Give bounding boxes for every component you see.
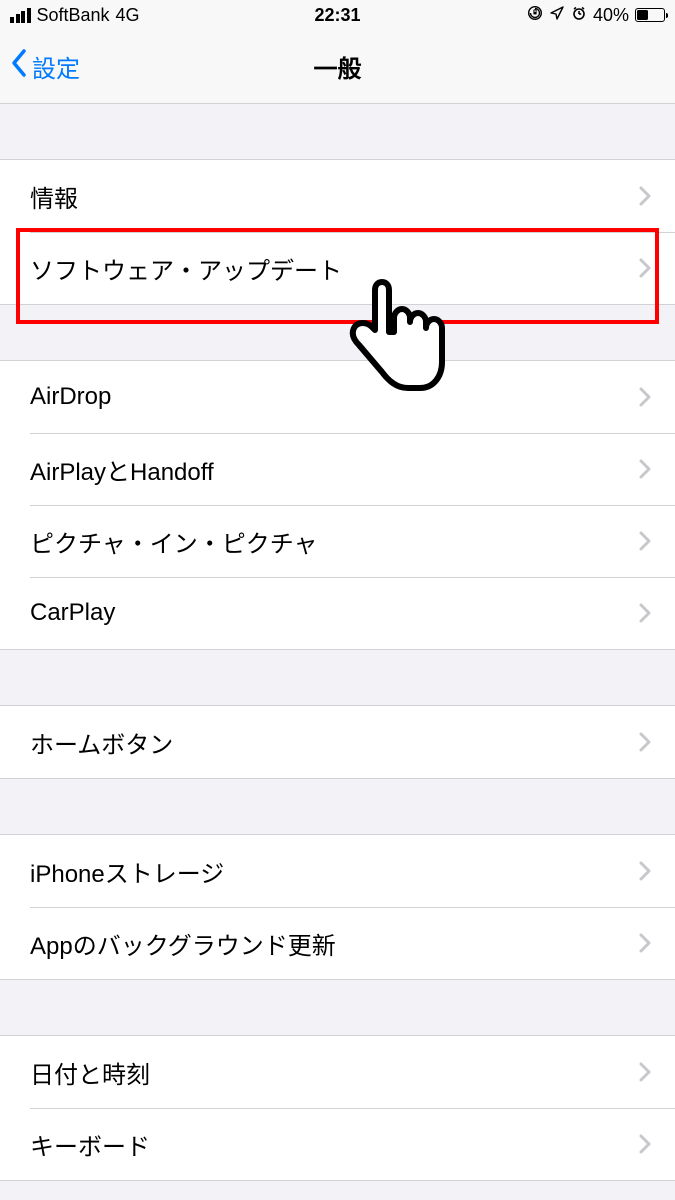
signal-icon: [10, 8, 31, 23]
carrier-label: SoftBank: [37, 5, 110, 26]
status-right: 40%: [527, 5, 665, 26]
row-airplay-handoff[interactable]: AirPlayとHandoff: [0, 433, 675, 505]
section-gap: [0, 104, 675, 159]
chevron-right-icon: [639, 258, 651, 278]
row-label: iPhoneストレージ: [30, 854, 224, 889]
section-gap: [0, 305, 675, 360]
chevron-right-icon: [639, 1134, 651, 1154]
group-about: 情報 ソフトウェア・アップデート: [0, 159, 675, 305]
chevron-right-icon: [639, 732, 651, 752]
location-icon: [549, 5, 565, 26]
row-keyboard[interactable]: キーボード: [0, 1108, 675, 1180]
back-button[interactable]: 設定: [10, 48, 80, 85]
row-label: ピクチャ・イン・ピクチャ: [30, 524, 318, 559]
row-label: Appのバックグラウンド更新: [30, 926, 336, 961]
row-airdrop[interactable]: AirDrop: [0, 361, 675, 433]
alarm-icon: [571, 5, 587, 26]
row-about[interactable]: 情報: [0, 160, 675, 232]
row-label: ホームボタン: [30, 725, 173, 760]
chevron-right-icon: [639, 861, 651, 881]
row-label: AirDrop: [30, 383, 111, 411]
status-bar: SoftBank 4G 22:31 40%: [0, 0, 675, 30]
group-home-button: ホームボタン: [0, 705, 675, 779]
row-label: キーボード: [30, 1127, 150, 1162]
row-label: CarPlay: [30, 599, 115, 627]
chevron-right-icon: [639, 387, 651, 407]
battery-icon: [635, 8, 665, 22]
page-title: 一般: [314, 49, 362, 84]
network-label: 4G: [116, 5, 140, 26]
group-airdrop: AirDrop AirPlayとHandoff ピクチャ・イン・ピクチャ Car…: [0, 360, 675, 650]
row-iphone-storage[interactable]: iPhoneストレージ: [0, 835, 675, 907]
chevron-right-icon: [639, 459, 651, 479]
chevron-right-icon: [639, 531, 651, 551]
row-picture-in-picture[interactable]: ピクチャ・イン・ピクチャ: [0, 505, 675, 577]
row-background-app-refresh[interactable]: Appのバックグラウンド更新: [0, 907, 675, 979]
chevron-right-icon: [639, 933, 651, 953]
battery-percent: 40%: [593, 5, 629, 26]
group-storage: iPhoneストレージ Appのバックグラウンド更新: [0, 834, 675, 980]
row-home-button[interactable]: ホームボタン: [0, 706, 675, 778]
section-gap: [0, 650, 675, 705]
chevron-right-icon: [639, 1062, 651, 1082]
row-label: AirPlayとHandoff: [30, 452, 214, 487]
back-label: 設定: [32, 49, 80, 84]
orientation-lock-icon: [527, 5, 543, 26]
row-date-time[interactable]: 日付と時刻: [0, 1036, 675, 1108]
section-gap: [0, 779, 675, 834]
row-label: ソフトウェア・アップデート: [30, 251, 342, 286]
row-label: 日付と時刻: [30, 1055, 150, 1090]
status-left: SoftBank 4G: [10, 5, 140, 26]
row-carplay[interactable]: CarPlay: [0, 577, 675, 649]
group-date-keyboard: 日付と時刻 キーボード: [0, 1035, 675, 1181]
status-time: 22:31: [314, 5, 360, 26]
section-gap: [0, 980, 675, 1035]
chevron-left-icon: [10, 48, 28, 85]
chevron-right-icon: [639, 603, 651, 623]
nav-bar: 設定 一般: [0, 30, 675, 104]
row-software-update[interactable]: ソフトウェア・アップデート: [0, 232, 675, 304]
row-label: 情報: [30, 179, 78, 214]
chevron-right-icon: [639, 186, 651, 206]
